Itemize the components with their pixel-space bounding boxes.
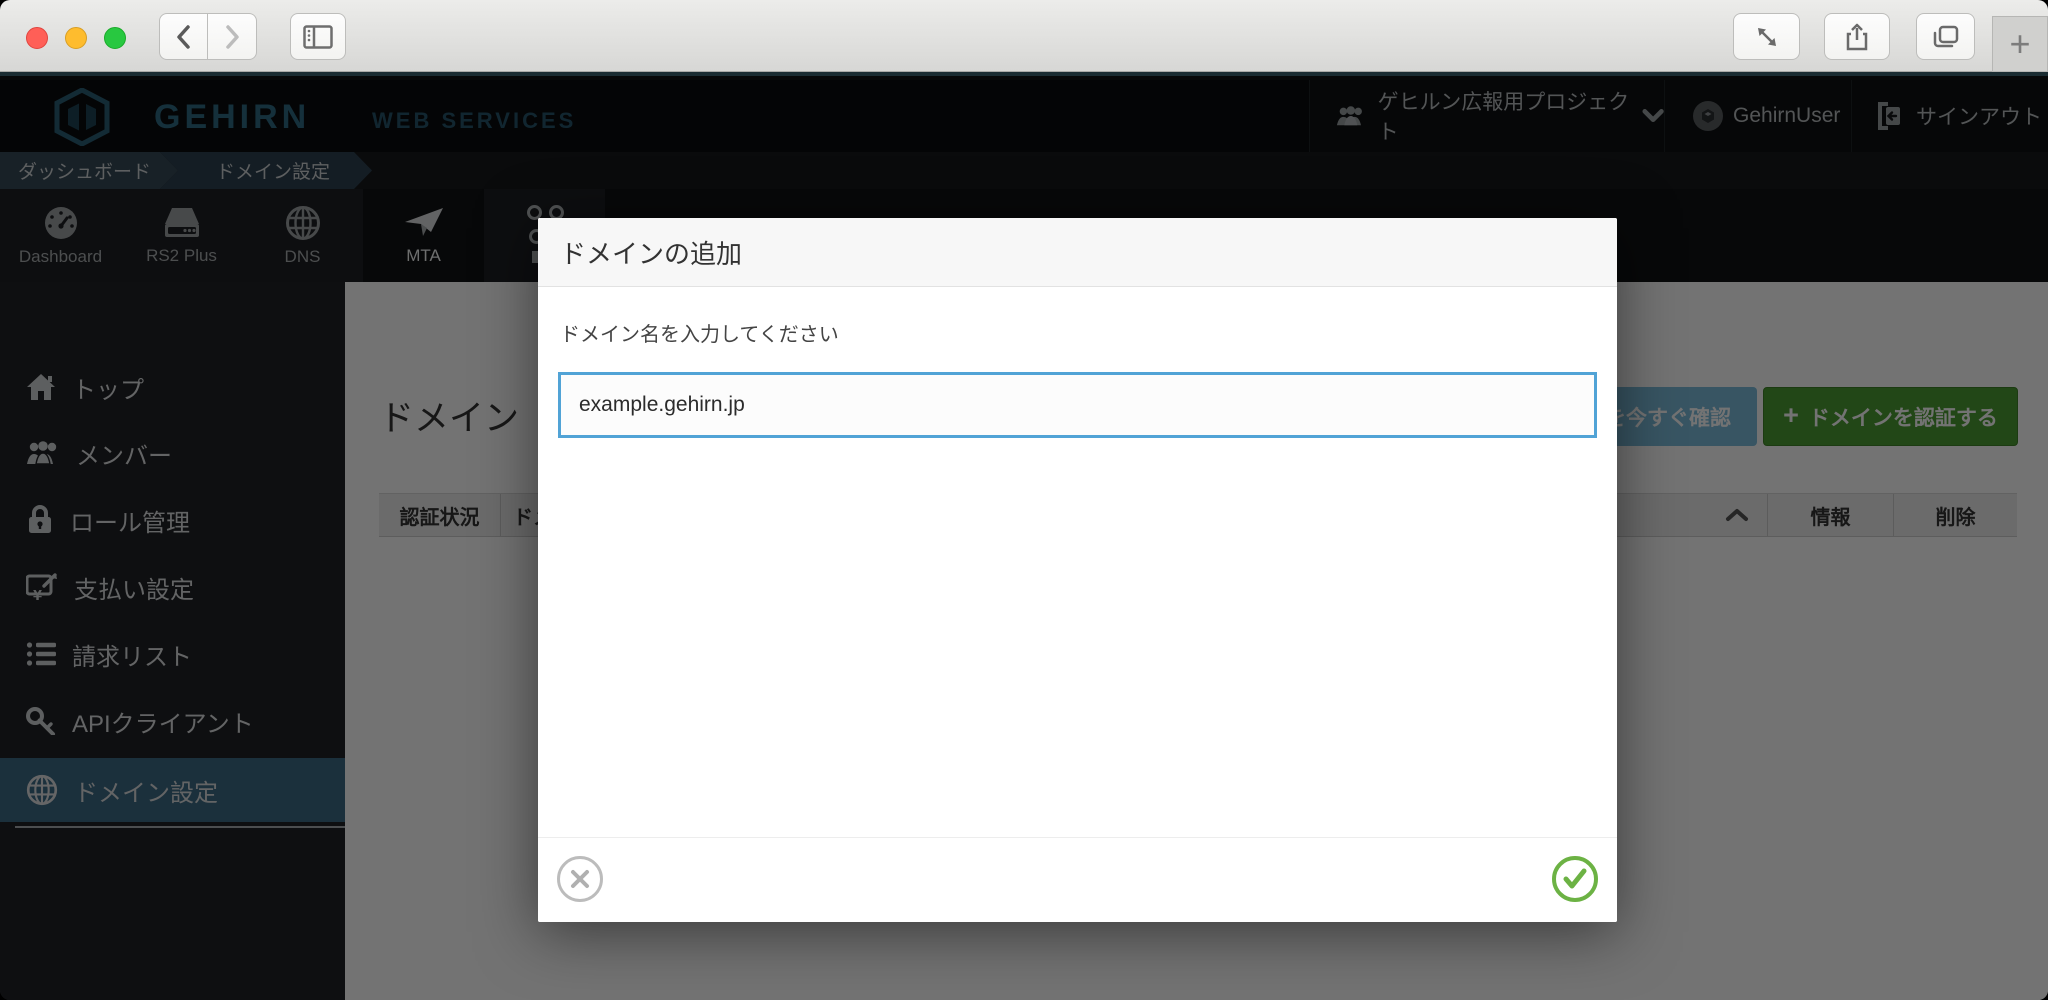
modal-title: ドメインの追加 — [538, 218, 1617, 287]
add-domain-modal: ドメインの追加 ドメイン名を入力してください — [538, 218, 1617, 922]
forward-button[interactable] — [208, 13, 257, 60]
sidebar-panel-icon — [303, 25, 333, 49]
zoom-window-button[interactable] — [104, 27, 126, 49]
close-window-button[interactable] — [26, 27, 48, 49]
sidebar-toggle-button[interactable] — [290, 13, 346, 60]
back-icon — [173, 24, 195, 50]
forward-icon — [221, 24, 243, 50]
new-tab-button[interactable]: + — [1992, 16, 2048, 72]
tabs-icon — [1932, 24, 1960, 50]
domain-name-input[interactable] — [558, 372, 1597, 438]
modal-message: ドメイン名を入力してください — [560, 318, 839, 347]
share-icon — [1844, 22, 1870, 52]
close-x-icon — [569, 868, 591, 890]
share-button[interactable] — [1824, 13, 1890, 60]
tab-overview-button[interactable] — [1916, 13, 1975, 60]
modal-footer — [538, 837, 1617, 922]
confirm-button[interactable] — [1552, 856, 1598, 902]
check-icon — [1562, 868, 1588, 890]
back-button[interactable] — [159, 13, 208, 60]
cancel-button[interactable] — [557, 856, 603, 902]
browser-chrome: + — [0, 0, 2048, 72]
browser-window: + GEHIRN WEB SERVICES ゲヒルン広報用プロジェクト — [0, 0, 2048, 1000]
fullscreen-icon — [1754, 24, 1780, 50]
fullscreen-button[interactable] — [1733, 13, 1800, 60]
minimize-window-button[interactable] — [65, 27, 87, 49]
